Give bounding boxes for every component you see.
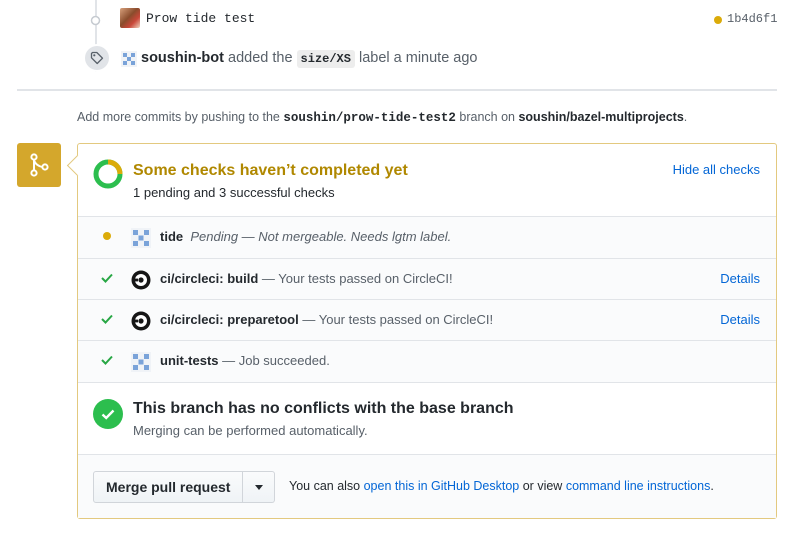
check-details-link[interactable]: Details	[720, 271, 760, 286]
caret-down-icon	[254, 484, 263, 490]
tag-icon	[83, 44, 111, 72]
circleci-icon	[131, 270, 151, 290]
commit-node-icon	[90, 15, 101, 26]
push-note-middle: branch on	[459, 110, 515, 124]
git-merge-icon	[17, 143, 61, 187]
check-text: ci/circleci: preparetool — Your tests pa…	[160, 312, 493, 327]
checks-progress-ring-icon	[93, 159, 123, 189]
commit-author-avatar[interactable]	[120, 8, 140, 28]
check-text: unit-tests — Job succeeded.	[160, 353, 330, 368]
commit-status-dot[interactable]	[714, 16, 722, 24]
push-note-suffix: .	[683, 110, 688, 124]
push-note-branch: soushin/prow-tide-test2	[283, 111, 456, 125]
push-note-repo: soushin/bazel-multiprojects	[518, 110, 684, 124]
merge-actions: Merge pull request You can also open thi…	[78, 454, 776, 518]
conflict-title: This branch has no conflicts with the ba…	[133, 400, 514, 417]
check-name: ci/circleci: preparetool	[160, 312, 299, 327]
merge-alternatives-text: You can also open this in GitHub Desktop…	[289, 479, 714, 493]
pending-dot-icon	[100, 229, 114, 243]
merge-method-dropdown-button[interactable]	[243, 471, 276, 503]
timeline-separator	[17, 89, 777, 91]
label-event: soushin-bot added the size/XS label a mi…	[0, 44, 794, 74]
checks-summary: 1 pending and 3 successful checks	[133, 185, 335, 200]
check-row-circleci-preparetool: ci/circleci: preparetool — Your tests pa…	[78, 299, 776, 341]
bot-avatar[interactable]	[121, 51, 137, 67]
push-note: Add more commits by pushing to the soush…	[77, 110, 687, 125]
check-description: Pending — Not mergeable. Needs lgtm labe…	[190, 229, 452, 244]
merge-button-group: Merge pull request	[93, 471, 276, 503]
unit-tests-bot-avatar	[131, 352, 151, 372]
circleci-icon	[131, 311, 151, 331]
checks-header: Some checks haven’t completed yet 1 pend…	[78, 144, 776, 216]
or-view-text: or view	[522, 479, 563, 493]
check-text: tide Pending — Not mergeable. Needs lgtm…	[160, 229, 451, 244]
check-name: tide	[160, 229, 184, 244]
check-mark-icon	[100, 353, 114, 367]
label-pill[interactable]: size/XS	[296, 50, 355, 68]
check-mark-icon	[100, 312, 114, 326]
check-description: — Job succeeded.	[222, 353, 330, 368]
check-description: — Your tests passed on CircleCI!	[261, 271, 453, 286]
check-description: — Your tests passed on CircleCI!	[302, 312, 494, 327]
conflict-subtitle: Merging can be performed automatically.	[133, 423, 368, 438]
check-text: ci/circleci: build — Your tests passed o…	[160, 271, 453, 286]
check-details-link[interactable]: Details	[720, 312, 760, 327]
also-suffix: .	[710, 479, 714, 493]
label-event-action: added the	[228, 50, 293, 66]
check-mark-icon	[100, 271, 114, 285]
label-event-actor[interactable]: soushin-bot	[141, 50, 224, 66]
hide-all-checks-link[interactable]: Hide all checks	[673, 162, 760, 177]
push-note-prefix: Add more commits by pushing to the	[77, 110, 280, 124]
merge-pull-request-button[interactable]: Merge pull request	[93, 471, 244, 503]
merge-box: Some checks haven’t completed yet 1 pend…	[77, 143, 777, 519]
command-line-instructions-link[interactable]: command line instructions	[566, 479, 711, 493]
label-event-text: soushin-bot added the size/XS label a mi…	[141, 50, 478, 68]
check-circle-icon	[93, 399, 123, 429]
commit-row: Prow tide test 1b4d6f1	[0, 4, 794, 32]
also-prefix: You can also	[289, 479, 361, 493]
check-row-unit-tests: unit-tests — Job succeeded.	[78, 340, 776, 382]
label-event-suffix: label a minute ago	[359, 50, 478, 66]
check-name: unit-tests	[160, 353, 219, 368]
checks-title: Some checks haven’t completed yet	[133, 162, 408, 179]
check-row-circleci-build: ci/circleci: build — Your tests passed o…	[78, 258, 776, 300]
open-in-desktop-link[interactable]: open this in GitHub Desktop	[364, 479, 520, 493]
check-name: ci/circleci: build	[160, 271, 259, 286]
conflict-status-section: This branch has no conflicts with the ba…	[78, 382, 776, 454]
commit-message[interactable]: Prow tide test	[146, 11, 255, 26]
check-row-tide: tide Pending — Not mergeable. Needs lgtm…	[78, 216, 776, 258]
commit-sha[interactable]: 1b4d6f1	[727, 12, 777, 26]
tide-bot-avatar	[131, 228, 151, 248]
